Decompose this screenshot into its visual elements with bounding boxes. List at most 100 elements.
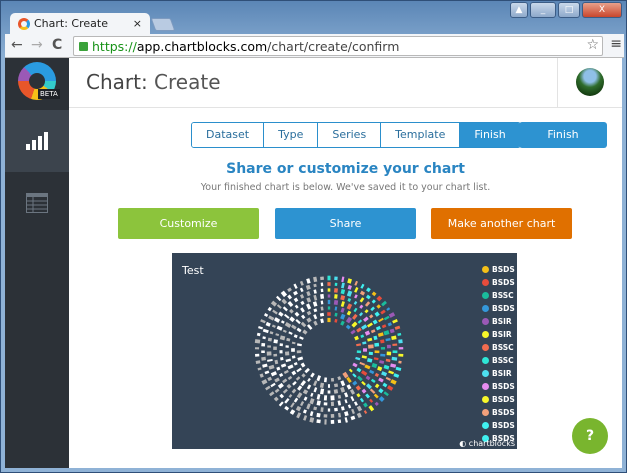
radial-segment [299, 294, 305, 299]
finish-button[interactable]: Finish [519, 122, 607, 148]
radial-segment [361, 380, 366, 386]
radial-segment [380, 353, 386, 357]
radial-segment [295, 376, 301, 381]
radial-segment [351, 313, 358, 320]
radial-segment [276, 304, 282, 309]
radial-segment [282, 306, 288, 312]
radial-segment [361, 324, 368, 330]
legend-swatch [482, 279, 489, 286]
forward-icon[interactable]: → [31, 37, 43, 53]
window-controls: ▲ _ □ X [510, 2, 622, 18]
legend-label: BSDS [492, 421, 515, 430]
radial-segment [260, 319, 266, 324]
radial-segment [259, 373, 264, 378]
maximize-button[interactable]: □ [558, 2, 580, 18]
radial-segment [291, 355, 296, 359]
close-window-button[interactable]: X [582, 2, 622, 18]
radial-segment [313, 308, 318, 313]
make-another-chart-button[interactable]: Make another chart [431, 208, 572, 239]
step-series[interactable]: Series [318, 123, 382, 147]
step-type[interactable]: Type [264, 123, 319, 147]
radial-segment [306, 384, 312, 390]
reload-icon[interactable]: C [52, 37, 62, 53]
back-icon[interactable]: ← [11, 37, 23, 53]
user-menu[interactable] [557, 58, 622, 108]
radial-segment [330, 395, 335, 401]
radial-segment [340, 313, 346, 320]
radial-segment [313, 314, 318, 320]
radial-segment [316, 400, 321, 406]
radial-segment [327, 306, 331, 310]
radial-segment [258, 326, 264, 330]
radial-segment [327, 275, 331, 281]
radial-segment [280, 356, 284, 361]
radial-segment [345, 316, 353, 324]
radial-segment [368, 344, 374, 349]
radial-segment [310, 372, 315, 378]
radial-segment [359, 297, 365, 303]
step-finish[interactable]: Finish [460, 123, 520, 147]
chart-legend: BSDS BSDS BSSC BSDS BSIR BSIR BSSC BSSC BSIR BSDS… [482, 263, 515, 445]
radial-segment [386, 351, 392, 356]
menu-icon[interactable]: ≡ [610, 36, 622, 52]
radial-segment [279, 343, 284, 347]
radial-segment [341, 276, 345, 283]
new-tab-button[interactable] [150, 18, 176, 31]
radial-segment [361, 355, 367, 359]
sidebar-item-charts[interactable] [5, 110, 69, 172]
radial-segment [316, 412, 321, 418]
radial-segment [301, 373, 306, 378]
step-dataset[interactable]: Dataset [192, 123, 265, 147]
radial-segment [327, 294, 331, 298]
radial-segment [352, 362, 358, 368]
address-bar[interactable]: https://app.chartblocks.com/chart/create… [73, 36, 603, 56]
bookmark-star-icon[interactable]: ☆ [586, 37, 599, 53]
sidebar-item-data[interactable] [5, 172, 69, 234]
radial-segment [293, 297, 299, 303]
radial-segment [340, 307, 345, 313]
radial-segment [356, 327, 362, 333]
legend-swatch [482, 266, 489, 273]
radial-segment [386, 385, 394, 391]
radial-segment [356, 343, 362, 347]
legend-item: BSDS [482, 302, 515, 315]
radial-segment [373, 335, 378, 341]
radial-segment [319, 312, 325, 317]
minimize-button[interactable]: _ [530, 2, 556, 18]
radial-segment [283, 369, 289, 375]
radial-segment [354, 280, 358, 286]
radial-segment [306, 317, 312, 323]
radial-segment [368, 405, 375, 412]
radial-segment [363, 410, 368, 414]
avatar[interactable] [576, 68, 604, 96]
browser-tab[interactable]: Chart: Create × [10, 13, 150, 35]
close-tab-icon[interactable]: × [133, 17, 142, 30]
radial-segment [373, 357, 379, 361]
radial-segment [316, 394, 321, 400]
radial-segment [342, 371, 349, 379]
radial-segment [327, 282, 331, 286]
radial-segment [271, 324, 276, 328]
radial-segment [395, 366, 402, 372]
radial-segment [376, 295, 383, 302]
customize-button[interactable]: Customize [118, 208, 259, 239]
radial-segment [340, 380, 346, 387]
radial-segment [300, 380, 307, 387]
share-button[interactable]: Share [275, 208, 416, 239]
radial-segment [320, 288, 324, 293]
radial-segment [374, 350, 380, 354]
radial-segment [350, 329, 356, 335]
radial-segment [300, 307, 305, 313]
radial-segment [330, 419, 335, 424]
radial-segment [337, 400, 342, 406]
legend-label: BSDS [492, 278, 515, 287]
radial-segment [306, 297, 312, 303]
radial-segment [398, 339, 403, 344]
radial-segment [316, 419, 321, 424]
radial-segment [391, 335, 397, 340]
step-template[interactable]: Template [381, 123, 461, 147]
help-chat-button[interactable]: ? [572, 418, 608, 454]
radial-segment [284, 405, 290, 411]
logo[interactable]: BETA [5, 58, 69, 110]
user-button[interactable]: ▲ [510, 2, 528, 18]
